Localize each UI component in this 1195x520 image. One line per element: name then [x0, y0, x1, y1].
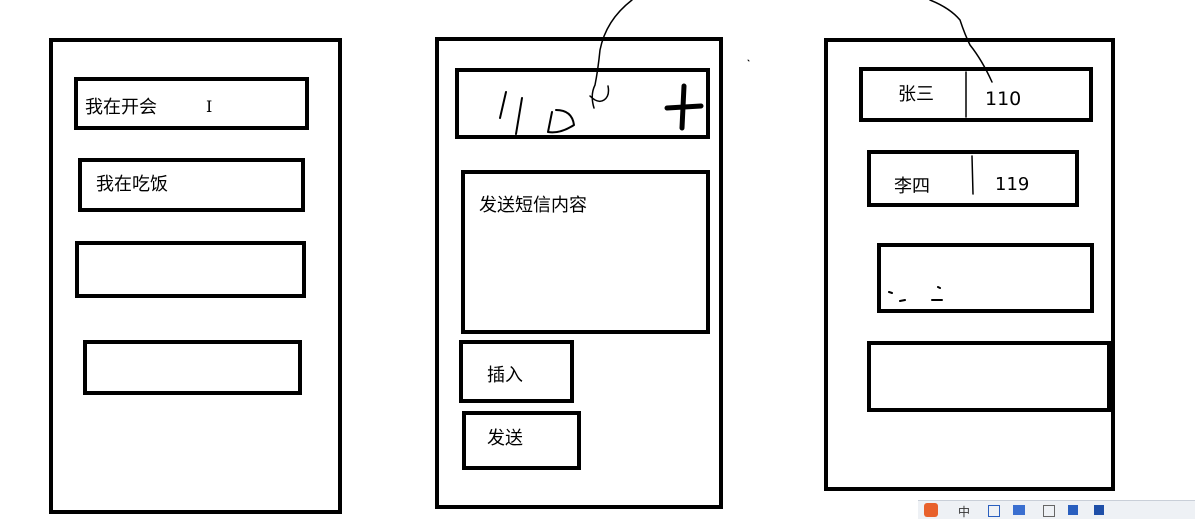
text-cursor-icon: I	[206, 97, 213, 116]
recipient-input[interactable]	[455, 68, 710, 139]
reply-item-4[interactable]	[83, 340, 302, 395]
system-tray: 中	[918, 500, 1195, 519]
contact-number-2: 119	[995, 174, 1030, 195]
reply-item-2-label: 我在吃饭	[96, 174, 168, 195]
reply-item-3[interactable]	[75, 241, 306, 298]
send-button-label: 发送	[487, 428, 523, 449]
ime-logo-icon[interactable]	[924, 503, 938, 517]
reply-item-1-label: 我在开会	[85, 97, 157, 118]
message-content-text: 发送短信内容	[479, 195, 587, 216]
contact-name-2: 李四	[894, 176, 930, 197]
tray-icon-2[interactable]	[1013, 505, 1025, 515]
contact-row-3[interactable]	[877, 243, 1094, 313]
tray-icon-4[interactable]	[1068, 505, 1078, 515]
contact-name-1: 张三	[898, 84, 934, 105]
tray-icon-3[interactable]	[1043, 505, 1055, 517]
ime-language-label[interactable]: 中	[958, 503, 970, 520]
tray-icon-5[interactable]	[1094, 505, 1104, 515]
contact-row-1[interactable]	[859, 67, 1093, 122]
contact-row-4[interactable]	[867, 341, 1111, 412]
contact-number-1: 110	[985, 88, 1022, 110]
insert-button-label: 插入	[487, 365, 523, 386]
tray-icon-1[interactable]	[988, 505, 1000, 517]
